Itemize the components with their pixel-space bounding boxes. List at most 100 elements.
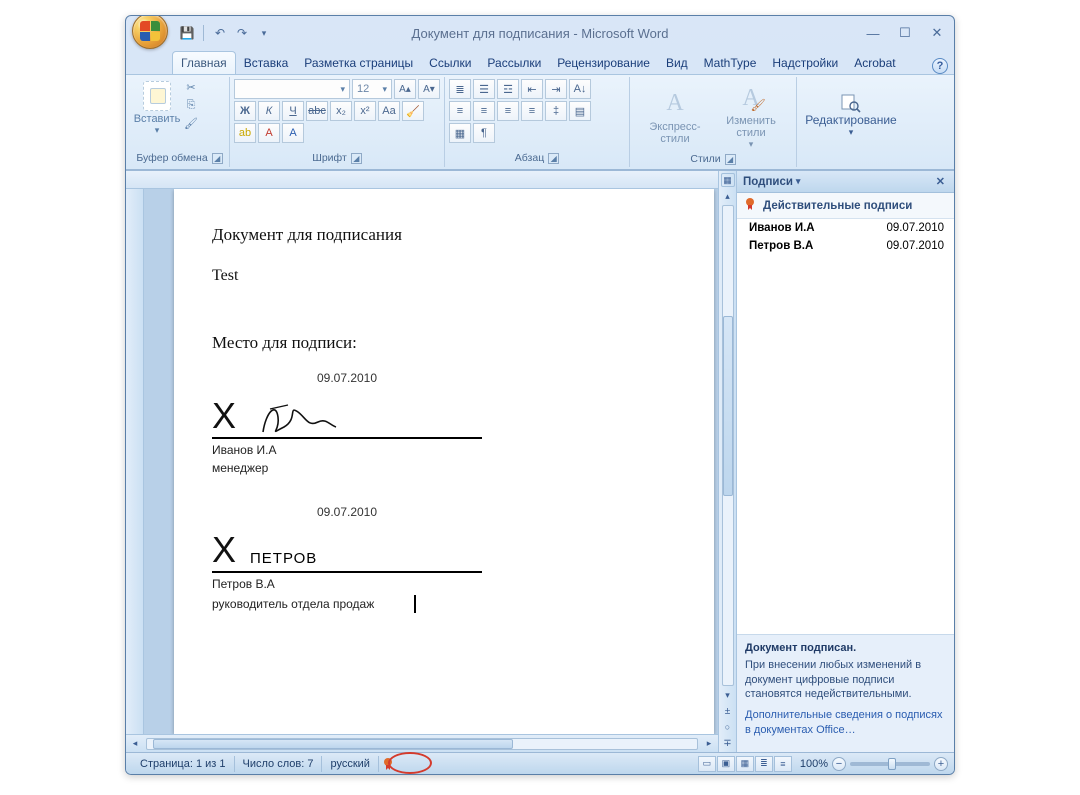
undo-icon[interactable]: ↶: [211, 24, 229, 42]
shrink-font-button[interactable]: A▾: [418, 79, 440, 99]
status-page[interactable]: Страница: 1 из 1: [132, 756, 235, 772]
font-dialog-launcher[interactable]: ◢: [351, 153, 362, 164]
signature-place-label: Место для подписи:: [212, 333, 666, 353]
select-browse-icon[interactable]: ○: [721, 720, 735, 734]
multilevel-button[interactable]: ☲: [497, 79, 519, 99]
tab-view[interactable]: Вид: [658, 52, 696, 74]
tab-references[interactable]: Ссылки: [421, 52, 479, 74]
styles-dialog-launcher[interactable]: ◢: [725, 154, 736, 165]
pane-close-icon[interactable]: ✕: [933, 175, 948, 188]
view-print-layout-icon[interactable]: ▭: [698, 756, 716, 772]
align-left-button[interactable]: ≡: [449, 101, 471, 121]
view-web-layout-icon[interactable]: ▦: [736, 756, 754, 772]
zoom-level[interactable]: 100%: [800, 758, 828, 770]
scroll-left-icon[interactable]: ◂: [128, 737, 142, 751]
horizontal-scrollbar[interactable]: ◂ ▸: [126, 734, 718, 752]
clipboard-dialog-launcher[interactable]: ◢: [212, 153, 223, 164]
signature-1-date: 09.07.2010: [212, 371, 482, 385]
decrease-indent-button[interactable]: ⇤: [521, 79, 543, 99]
show-marks-button[interactable]: ¶: [473, 123, 495, 143]
borders-button[interactable]: ▦: [449, 123, 471, 143]
font-name-combo[interactable]: ▾: [234, 79, 350, 99]
view-draft-icon[interactable]: ≡: [774, 756, 792, 772]
signatures-help-link[interactable]: Дополнительные сведения о подписях в док…: [745, 708, 946, 738]
quick-styles-button[interactable]: A Экспресс-стили: [640, 87, 710, 145]
justify-button[interactable]: ≡: [521, 101, 543, 121]
view-full-screen-icon[interactable]: ▣: [717, 756, 735, 772]
close-button[interactable]: ✕: [926, 24, 948, 42]
cut-icon[interactable]: ✂: [182, 79, 200, 95]
signature-status-icon[interactable]: [379, 756, 397, 772]
zoom-out-button[interactable]: −: [832, 757, 846, 771]
signature-row[interactable]: Иванов И.А09.07.2010: [737, 219, 954, 237]
sort-button[interactable]: A↓: [569, 79, 591, 99]
view-outline-icon[interactable]: ≣: [755, 756, 773, 772]
text-highlight-button[interactable]: ab: [234, 123, 256, 143]
horizontal-ruler[interactable]: [126, 171, 718, 189]
font-size-combo[interactable]: 12▾: [352, 79, 392, 99]
zoom-slider[interactable]: [850, 762, 930, 766]
editing-button[interactable]: Редактирование ▾: [801, 79, 901, 151]
help-icon[interactable]: ?: [932, 58, 948, 74]
zoom-in-button[interactable]: +: [934, 757, 948, 771]
paragraph-dialog-launcher[interactable]: ◢: [548, 153, 559, 164]
document-page[interactable]: Документ для подписания Test Место для п…: [174, 189, 714, 734]
tab-addins[interactable]: Надстройки: [764, 52, 846, 74]
subscript-button[interactable]: x₂: [330, 101, 352, 121]
clear-formatting-button[interactable]: 🧹: [402, 101, 424, 121]
change-styles-button[interactable]: A🖌 Изменить стили ▾: [716, 81, 786, 150]
tab-home[interactable]: Главная: [172, 51, 236, 74]
tab-mathtype[interactable]: MathType: [696, 52, 765, 74]
copy-icon[interactable]: ⎘: [182, 97, 200, 113]
bullets-button[interactable]: ≣: [449, 79, 471, 99]
increase-indent-button[interactable]: ⇥: [545, 79, 567, 99]
group-clipboard-label: Буфер обмена: [136, 152, 207, 164]
bold-button[interactable]: Ж: [234, 101, 256, 121]
format-painter-icon[interactable]: 🖌: [182, 115, 200, 131]
status-words[interactable]: Число слов: 7: [235, 756, 323, 772]
paste-button[interactable]: Вставить ▾: [134, 79, 180, 136]
prev-page-icon[interactable]: ±: [721, 704, 735, 718]
vertical-ruler[interactable]: [126, 189, 144, 734]
numbering-button[interactable]: ☰: [473, 79, 495, 99]
grow-font-button[interactable]: A▴: [394, 79, 416, 99]
superscript-button[interactable]: x²: [354, 101, 376, 121]
shading-button[interactable]: ▤: [569, 101, 591, 121]
redo-icon[interactable]: ↷: [233, 24, 251, 42]
ruler-toggle-icon[interactable]: ▦: [721, 173, 735, 187]
line-spacing-button[interactable]: ‡: [545, 101, 567, 121]
minimize-button[interactable]: —: [862, 24, 884, 42]
scroll-right-icon[interactable]: ▸: [702, 737, 716, 751]
valid-signature-icon: [743, 197, 757, 214]
group-font-label: Шрифт: [312, 152, 347, 164]
signature-block-1[interactable]: 09.07.2010 X Иванов И.А менеджер: [212, 371, 666, 475]
status-language[interactable]: русский: [322, 756, 378, 772]
signature-block-2[interactable]: 09.07.2010 X ПЕТРОВ Петров В.А руководит…: [212, 505, 666, 613]
align-center-button[interactable]: ≡: [473, 101, 495, 121]
tab-mailings[interactable]: Рассылки: [479, 52, 549, 74]
tab-page-layout[interactable]: Разметка страницы: [296, 52, 421, 74]
scroll-down-icon[interactable]: ▾: [721, 688, 735, 702]
scroll-up-icon[interactable]: ▴: [721, 189, 735, 203]
tab-acrobat[interactable]: Acrobat: [846, 52, 903, 74]
change-case-button[interactable]: Aa: [378, 101, 400, 121]
tab-review[interactable]: Рецензирование: [549, 52, 658, 74]
pane-menu-icon[interactable]: ▾: [793, 176, 804, 187]
align-right-button[interactable]: ≡: [497, 101, 519, 121]
handwritten-signature-icon: [258, 397, 338, 437]
font-color-button[interactable]: A: [258, 123, 280, 143]
save-icon[interactable]: 💾: [178, 24, 196, 42]
ribbon-tabs: Главная Вставка Разметка страницы Ссылки…: [126, 50, 954, 74]
find-icon: [838, 93, 864, 113]
vertical-scrollbar[interactable]: ▦ ▴ ▾ ± ○ ∓: [718, 171, 736, 752]
qat-dropdown-icon[interactable]: ▾: [255, 24, 273, 42]
text-effects-button[interactable]: A: [282, 123, 304, 143]
office-button[interactable]: [132, 15, 168, 49]
strike-button[interactable]: abc: [306, 101, 328, 121]
italic-button[interactable]: К: [258, 101, 280, 121]
maximize-button[interactable]: ☐: [894, 24, 916, 42]
next-page-icon[interactable]: ∓: [721, 736, 735, 750]
signature-row[interactable]: Петров В.А09.07.2010: [737, 237, 954, 255]
underline-button[interactable]: Ч: [282, 101, 304, 121]
tab-insert[interactable]: Вставка: [236, 52, 297, 74]
